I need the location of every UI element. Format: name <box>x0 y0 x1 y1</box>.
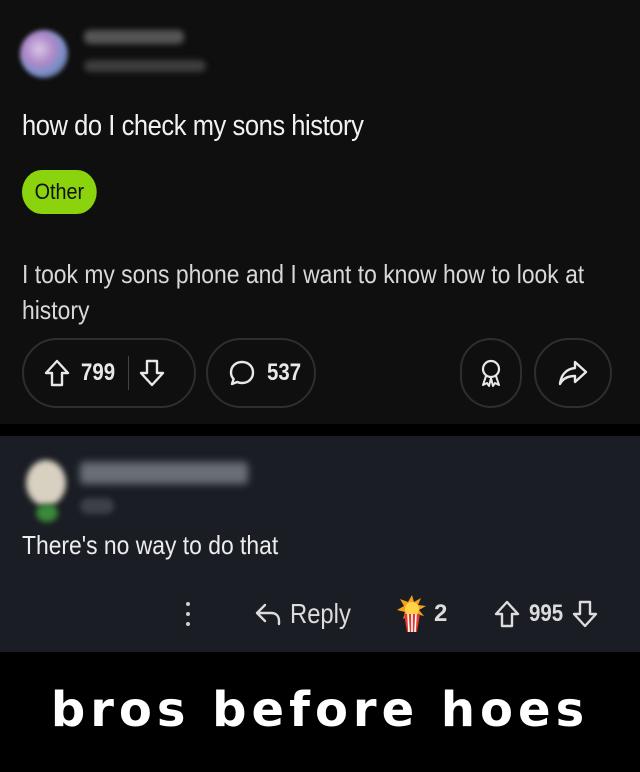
downvote-arrow-icon[interactable] <box>139 359 165 387</box>
reply-arrow-icon <box>254 601 282 627</box>
comment-award[interactable]: 2 <box>394 588 447 640</box>
post-body: I took my sons phone and I want to know … <box>22 259 585 325</box>
reply-label: Reply <box>290 598 351 629</box>
post-author-name-redacted <box>84 30 184 44</box>
comment-meta-redacted <box>80 498 114 514</box>
share-arrow-icon <box>558 359 588 387</box>
comment-vote-bar: 995 <box>494 588 598 640</box>
post-flair[interactable]: Other <box>22 170 97 214</box>
post-upvote-count: 799 <box>81 359 116 386</box>
share-button[interactable] <box>534 338 612 408</box>
post-author-avatar[interactable] <box>20 30 68 78</box>
upvote-arrow-icon[interactable] <box>44 359 70 387</box>
meme-caption: bros before hoes <box>0 656 640 772</box>
award-button[interactable] <box>460 338 522 408</box>
post-meta-redacted <box>84 60 206 72</box>
comments-button[interactable]: 537 <box>206 338 316 408</box>
comment-downvote-icon[interactable] <box>572 600 598 628</box>
award-icon <box>478 358 504 388</box>
comment-award-count: 2 <box>434 600 448 627</box>
post-card: how do I check my sons history Other I t… <box>0 0 640 424</box>
comment-author-avatar[interactable] <box>22 458 70 522</box>
comment-bubble-icon <box>228 359 256 387</box>
comment-text: There's no way to do that <box>22 530 279 560</box>
post-comment-count: 537 <box>267 359 302 386</box>
award-popcorn-icon <box>394 594 430 634</box>
post-title[interactable]: how do I check my sons history <box>22 110 364 143</box>
reply-button[interactable]: Reply <box>254 588 362 640</box>
comment-vote-count: 995 <box>529 600 564 627</box>
comment-upvote-icon[interactable] <box>494 600 520 628</box>
vote-divider <box>128 356 130 390</box>
comment-author-name-redacted <box>80 462 248 484</box>
post-vote-bar: 799 <box>22 338 196 408</box>
more-dots-icon[interactable] <box>176 588 200 640</box>
